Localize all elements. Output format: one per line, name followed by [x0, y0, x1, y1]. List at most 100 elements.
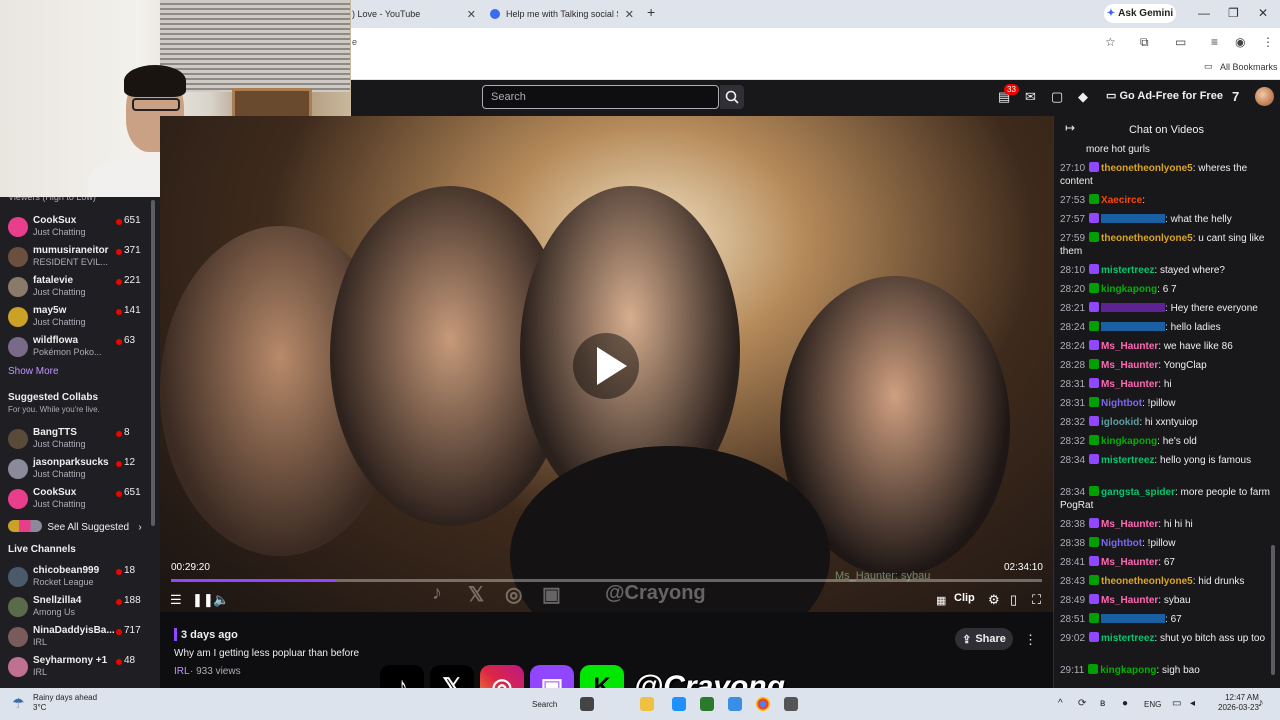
- bluetooth-icon[interactable]: ʙ: [1100, 698, 1105, 709]
- task-view-icon[interactable]: [580, 697, 594, 711]
- fullscreen-icon[interactable]: ⛶: [1032, 592, 1041, 608]
- chat-timestamp[interactable]: 28:31: [1060, 379, 1085, 390]
- chat-timestamp[interactable]: 28:41: [1060, 557, 1085, 568]
- notifications-bell-icon[interactable]: ♪: [1258, 697, 1264, 709]
- browser-tab-gemini[interactable]: Help me with Talking social Skills ✕: [490, 4, 634, 24]
- chat-timestamp[interactable]: 28:34: [1060, 455, 1085, 466]
- edge-icon[interactable]: [672, 697, 686, 711]
- settings-gear-icon[interactable]: ⚙: [988, 592, 1000, 608]
- system-clock[interactable]: 12:47 AM 2026-03-23: [1218, 693, 1259, 713]
- see-all-suggested-link[interactable]: See All Suggested ›: [8, 519, 142, 533]
- chat-username[interactable]: theonetheonlyone5: [1101, 576, 1193, 587]
- sidebar-channel-item[interactable]: CookSux Just Chatting 651: [0, 486, 150, 514]
- chat-timestamp[interactable]: 28:31: [1060, 398, 1085, 409]
- chat-username[interactable]: mistertreez: [1101, 633, 1154, 644]
- obs-icon[interactable]: [784, 697, 798, 711]
- search-button[interactable]: [720, 85, 744, 109]
- chat-timestamp[interactable]: 28:51: [1060, 614, 1085, 625]
- search-input[interactable]: Search: [482, 85, 719, 109]
- sidebar-channel-item[interactable]: NinaDaddyisBa... IRL 717: [0, 624, 150, 652]
- more-options-icon[interactable]: ⋮: [1024, 632, 1037, 648]
- chat-username[interactable]: Nightbot: [1101, 538, 1142, 549]
- chat-username[interactable]: kingkapong: [1101, 284, 1157, 295]
- chat-username[interactable]: kingkapong: [1100, 665, 1156, 676]
- browser-tab-youtube[interactable]: ) Love - YouTube ✕: [352, 4, 476, 24]
- chat-username[interactable]: gangsta_spider: [1101, 487, 1175, 498]
- taskbar-search[interactable]: Search: [532, 700, 557, 709]
- weather-widget[interactable]: Rainy days ahead 3°C: [33, 693, 97, 713]
- chat-timestamp[interactable]: 28:38: [1060, 538, 1085, 549]
- whispers-icon[interactable]: ▢: [1051, 89, 1063, 105]
- all-bookmarks-link[interactable]: All Bookmarks: [1220, 62, 1278, 72]
- chat-username[interactable]: Xaecirce: [1101, 195, 1142, 206]
- bits-icon[interactable]: ◆: [1078, 89, 1088, 105]
- chrome-icon[interactable]: [756, 697, 770, 711]
- chat-username[interactable]: theonetheonlyone5: [1101, 163, 1193, 174]
- sidebar-channel-item[interactable]: fatalevie Just Chatting 221: [0, 274, 150, 302]
- chat-timestamp[interactable]: 29:11: [1060, 665, 1084, 676]
- chat-timestamp[interactable]: 28:10: [1060, 265, 1085, 276]
- excel-icon[interactable]: [700, 697, 714, 711]
- chat-timestamp[interactable]: 28:28: [1060, 360, 1085, 371]
- sidebar-channel-item[interactable]: Snellzilla4 Among Us 188: [0, 594, 150, 622]
- sidebar-channel-item[interactable]: jasonparksucks Just Chatting 12: [0, 456, 150, 484]
- chat-timestamp[interactable]: 28:20: [1060, 284, 1085, 295]
- chat-username[interactable]: Ms_Haunter: [1101, 360, 1158, 371]
- file-explorer-icon[interactable]: [640, 697, 654, 711]
- chat-username[interactable]: Nightbot: [1101, 398, 1142, 409]
- sidebar-scrollbar[interactable]: [151, 200, 155, 526]
- chat-scrollbar[interactable]: [1271, 545, 1275, 675]
- chat-username[interactable]: Ms_Haunter: [1101, 341, 1158, 352]
- language-indicator[interactable]: ENG: [1144, 700, 1161, 709]
- chat-username[interactable]: iglookid: [1101, 417, 1139, 428]
- chapters-icon[interactable]: ☰: [170, 592, 182, 608]
- chat-username[interactable]: mistertreez: [1101, 455, 1154, 466]
- chat-timestamp[interactable]: 29:02: [1060, 633, 1085, 644]
- close-tab-icon[interactable]: ✕: [467, 8, 476, 21]
- chat-username[interactable]: theonetheonlyone5: [1101, 233, 1193, 244]
- share-button[interactable]: ⇪ Share: [955, 628, 1013, 650]
- progress-bar[interactable]: [171, 579, 1042, 582]
- ai-tools-icon[interactable]: 7: [1232, 89, 1239, 104]
- chat-timestamp[interactable]: 28:32: [1060, 417, 1085, 428]
- cast-icon[interactable]: ▭: [1175, 35, 1186, 49]
- user-avatar[interactable]: [1255, 87, 1274, 106]
- sidebar-channel-item[interactable]: chicobean999 Rocket League 18: [0, 564, 150, 592]
- vscode-icon[interactable]: [728, 697, 742, 711]
- address-text[interactable]: e: [352, 37, 357, 47]
- close-window-button[interactable]: ✕: [1258, 6, 1268, 20]
- chat-username[interactable]: Ms_Haunter: [1101, 379, 1158, 390]
- volume-tray-icon[interactable]: ◂: [1190, 698, 1195, 709]
- chat-timestamp[interactable]: 27:59: [1060, 233, 1085, 244]
- chat-timestamp[interactable]: 28:49: [1060, 595, 1085, 606]
- sidebar-channel-item[interactable]: CookSux Just Chatting 651: [0, 214, 150, 242]
- sidebar-channel-item[interactable]: mumusiraneitor RESIDENT EVIL... 371: [0, 244, 150, 272]
- chat-username[interactable]: Ms_Haunter: [1101, 519, 1158, 530]
- chat-timestamp[interactable]: 27:10: [1060, 163, 1085, 174]
- sidebar-channel-item[interactable]: BangTTS Just Chatting 8: [0, 426, 150, 454]
- mail-icon[interactable]: ✉: [1025, 89, 1036, 105]
- chat-username[interactable]: mistertreez: [1101, 265, 1154, 276]
- reading-list-icon[interactable]: ≡: [1211, 35, 1218, 49]
- bookmark-star-icon[interactable]: ☆: [1105, 35, 1116, 49]
- sync-icon[interactable]: ⟳: [1078, 698, 1086, 709]
- chat-timestamp[interactable]: 28:38: [1060, 519, 1085, 530]
- chat-timestamp[interactable]: 27:53: [1060, 195, 1085, 206]
- sidebar-channel-item[interactable]: wildflowa Pokémon Poko... 63: [0, 334, 150, 362]
- microphone-icon[interactable]: ●: [1122, 698, 1128, 709]
- chat-timestamp[interactable]: 28:24: [1060, 322, 1085, 333]
- go-ad-free-button[interactable]: ▭ Go Ad-Free for Free: [1106, 89, 1223, 102]
- extensions-icon[interactable]: ⧉: [1140, 35, 1149, 50]
- chat-timestamp[interactable]: 28:21: [1060, 303, 1085, 314]
- chat-timestamp[interactable]: 28:24: [1060, 341, 1085, 352]
- volume-icon[interactable]: 🔈: [213, 592, 229, 608]
- ask-gemini-button[interactable]: ✦ Ask Gemini: [1104, 4, 1176, 23]
- profile-icon[interactable]: ◉: [1235, 35, 1245, 49]
- chrome-menu-icon[interactable]: ⋮: [1262, 35, 1274, 49]
- chevron-up-icon[interactable]: ^: [1058, 698, 1063, 709]
- minimize-window-button[interactable]: —: [1198, 6, 1210, 20]
- chat-username[interactable]: Ms_Haunter: [1101, 595, 1158, 606]
- video-category-link[interactable]: IRL: [174, 666, 190, 677]
- show-more-link[interactable]: Show More: [8, 366, 59, 377]
- close-tab-icon[interactable]: ✕: [625, 8, 634, 21]
